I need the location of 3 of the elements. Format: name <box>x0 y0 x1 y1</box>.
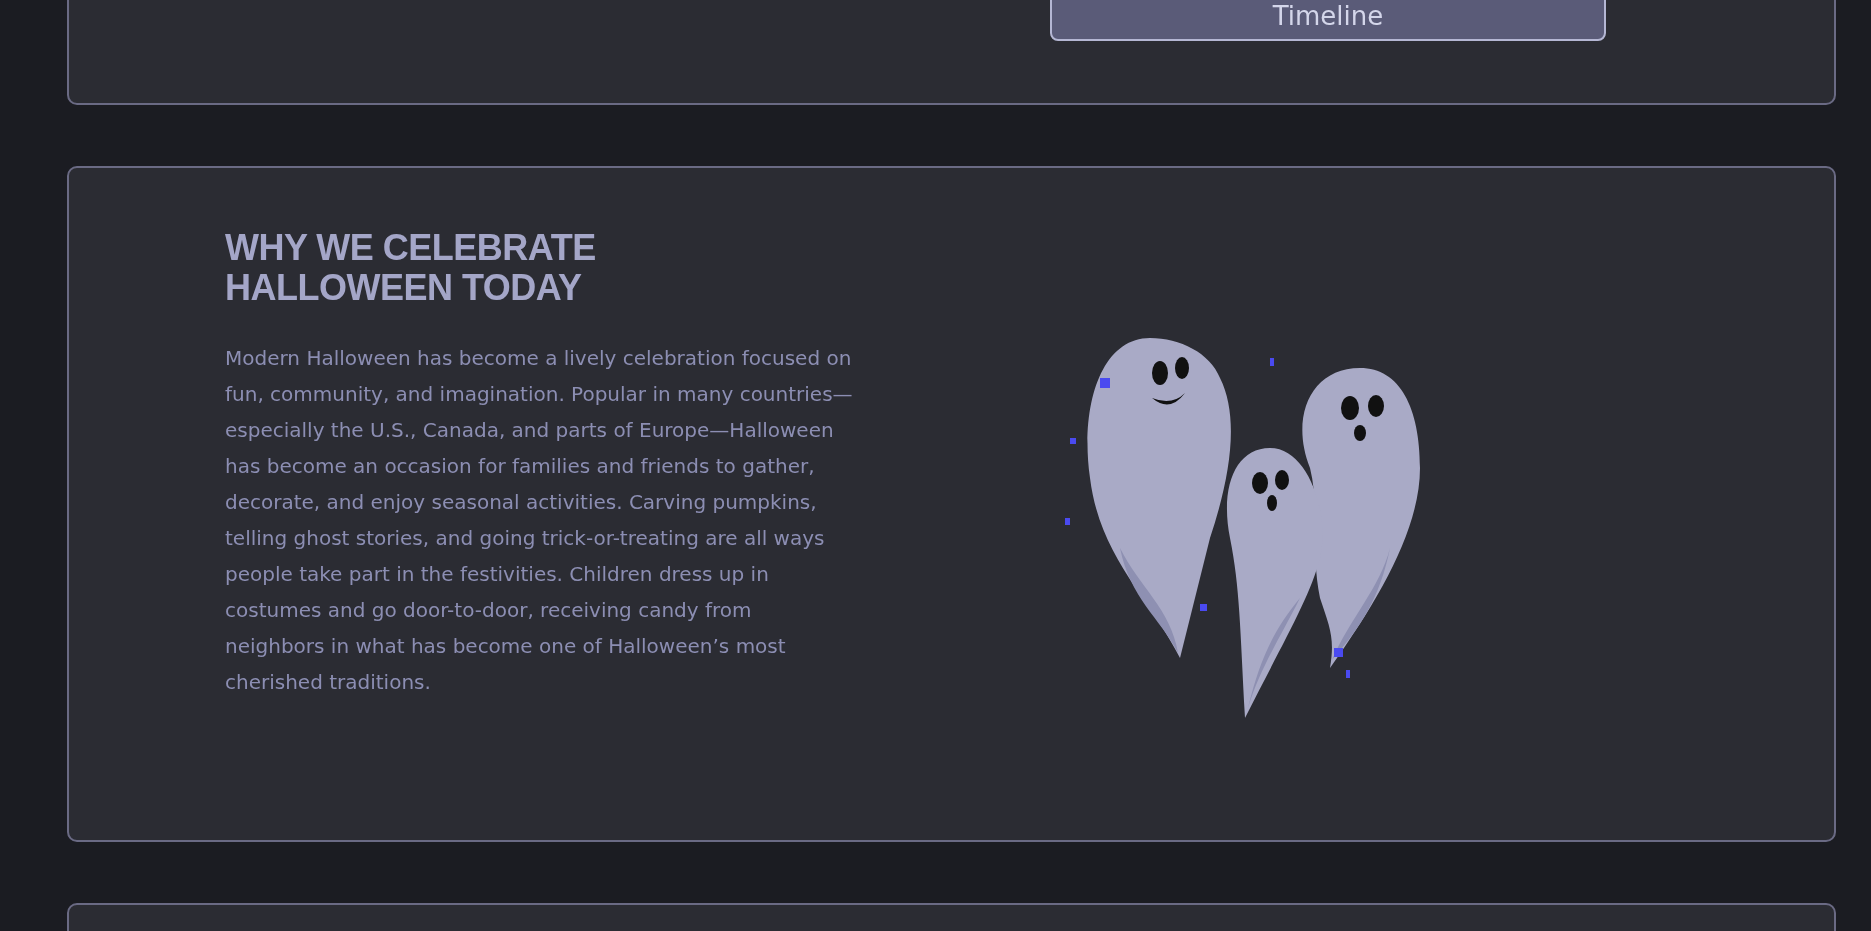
timeline-button[interactable]: Timeline <box>1050 0 1606 41</box>
body-paragraph: Modern Halloween has become a lively celebration focused on fun, community, and imagination. Popular in many countries—especially the U.S., Canada, and parts of Europe—Halloween has become an occasion for families and friends to gather, decorate, and enjoy seasonal activities. Carving pumpkins, telling ghost stories, and going trick-or-treating are all ways people take part in the festivities. Children dress up in costumes and go door-to-door, receiving candy from neighbors in what has become one of Halloween’s most cherished traditions. <box>225 345 854 696</box>
section-heading: WHY WE CELEBRATE HALLOWEEN TODAY <box>225 228 597 308</box>
